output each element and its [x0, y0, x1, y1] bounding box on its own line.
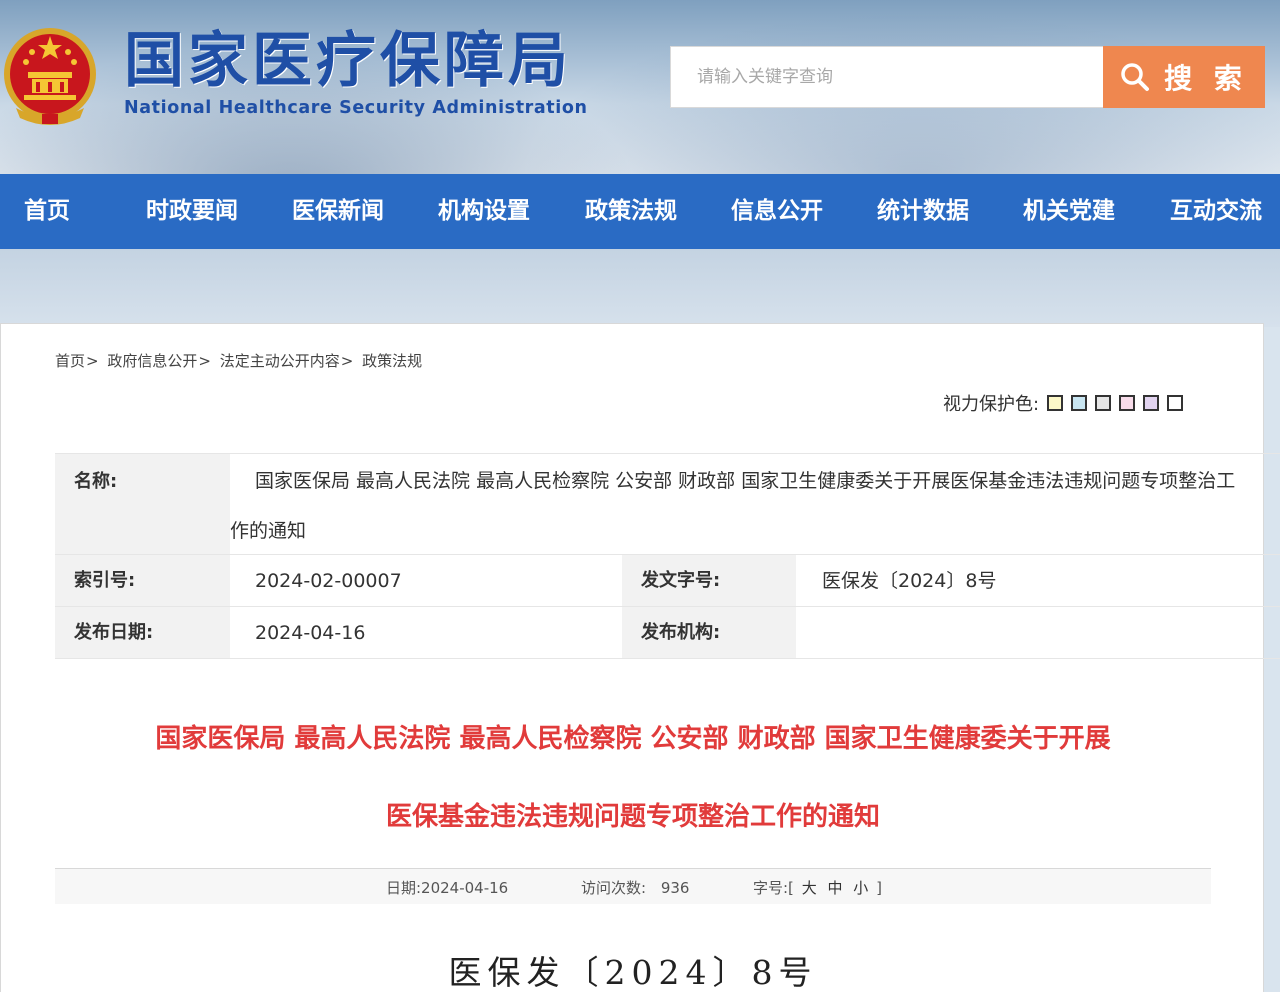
nav-item-interaction[interactable]: 互动交流: [1170, 174, 1262, 249]
nav-item-party-building[interactable]: 机关党建: [1023, 174, 1115, 249]
date-value: 2024-04-16: [255, 622, 366, 644]
color-swatch-white[interactable]: [1167, 395, 1184, 411]
article-headline-line2: 医保基金违法违规问题专项整治工作的通知: [385, 802, 880, 832]
content-panel: 首页> 政府信息公开> 法定主动公开内容> 政策法规 视力保护色: 名称: 国家…: [0, 323, 1280, 992]
site-title: 国家医疗保障局: [124, 26, 572, 96]
article-headline-line1: 国家医保局 最高人民法院 最高人民检察院 公安部 财政部 国家卫生健康委关于开展: [155, 724, 1111, 754]
index-label: 索引号:: [55, 555, 230, 606]
nav-item-statistics[interactable]: 统计数据: [877, 174, 969, 249]
national-emblem-icon: [4, 28, 96, 125]
font-size-medium[interactable]: 中: [827, 879, 842, 897]
nav-item-home[interactable]: 首页: [24, 174, 70, 249]
org-label: 发布机构:: [622, 607, 796, 658]
name-value-line2: 作的通知: [230, 520, 307, 542]
font-size-close: ]: [876, 879, 882, 897]
date-label: 发布日期:: [55, 607, 230, 658]
info-row-name: 名称: 国家医保局 最高人民法院 最高人民检察院 公安部 财政部 国家卫生健康委…: [55, 454, 1280, 555]
search-input[interactable]: [671, 47, 1103, 107]
color-swatch-blue[interactable]: [1071, 395, 1088, 411]
eye-protect-label: 视力保护色:: [943, 394, 1040, 415]
nav-item-policy[interactable]: 政策法规: [585, 174, 677, 249]
font-size-large[interactable]: 大: [802, 879, 817, 897]
org-value: [822, 607, 1280, 658]
name-value-line1: 国家医保局 最高人民法院 最高人民检察院 公安部 财政部 国家卫生健康委关于开展…: [255, 470, 1236, 492]
color-swatch-gray[interactable]: [1095, 395, 1112, 411]
nav-item-disclosure[interactable]: 信息公开: [731, 174, 823, 249]
search-icon: [1121, 63, 1150, 91]
main-nav: 首页 时政要闻 医保新闻 机构设置 政策法规 信息公开 统计数据 机关党建 互动…: [0, 174, 1280, 249]
site-header: 国家医疗保障局 National Healthcare Security Adm…: [0, 0, 1280, 174]
search-button-label: 搜 索: [1164, 62, 1248, 95]
font-size-control: 字号:[ 大 中 小 ]: [753, 877, 882, 898]
visit-count: 访问次数: 936: [581, 877, 689, 898]
info-row-date: 发布日期: 2024-04-16 发布机构:: [55, 607, 1280, 659]
nav-item-news[interactable]: 医保新闻: [292, 174, 384, 249]
search-box: [670, 46, 1104, 108]
font-size-label: 字号:[: [753, 879, 794, 897]
document-info-table: 名称: 国家医保局 最高人民法院 最高人民检察院 公安部 财政部 国家卫生健康委…: [55, 453, 1280, 659]
article-meta-bar: 日期:2024-04-16 访问次数: 936 字号:[ 大 中 小 ]: [55, 868, 1211, 904]
name-value: 国家医保局 最高人民法院 最高人民检察院 公安部 财政部 国家卫生健康委关于开展…: [230, 454, 1280, 554]
search-button[interactable]: 搜 索: [1103, 46, 1265, 108]
breadcrumb-home[interactable]: 首页: [55, 352, 85, 370]
nav-item-organization[interactable]: 机构设置: [438, 174, 530, 249]
document-number: 医保发〔2024〕8号: [448, 953, 818, 992]
decorative-band: [0, 249, 1280, 327]
info-row-index: 索引号: 2024-02-00007 发文字号: 医保发〔2024〕8号: [55, 555, 1280, 607]
breadcrumb: 首页> 政府信息公开> 法定主动公开内容> 政策法规: [55, 352, 423, 370]
eye-protect-colors: 视力保护色:: [943, 390, 1184, 416]
color-swatch-pink[interactable]: [1119, 395, 1136, 411]
color-swatch-yellow[interactable]: [1047, 395, 1064, 411]
name-label: 名称:: [55, 454, 230, 554]
breadcrumb-statutory[interactable]: 法定主动公开内容: [220, 352, 340, 370]
doc-no-value: 医保发〔2024〕8号: [822, 570, 997, 592]
nav-item-current-affairs[interactable]: 时政要闻: [146, 174, 238, 249]
article-date: 日期:2024-04-16: [386, 879, 509, 897]
breadcrumb-policy[interactable]: 政策法规: [362, 352, 422, 370]
font-size-small[interactable]: 小: [853, 879, 868, 897]
visit-count-value: 936: [660, 879, 690, 897]
doc-no-label: 发文字号:: [622, 555, 796, 606]
index-value: 2024-02-00007: [255, 570, 402, 592]
breadcrumb-gov-info[interactable]: 政府信息公开: [107, 352, 197, 370]
visit-count-label: 访问次数:: [581, 879, 647, 897]
color-swatch-purple[interactable]: [1143, 395, 1160, 411]
site-subtitle: National Healthcare Security Administrat…: [124, 98, 588, 118]
